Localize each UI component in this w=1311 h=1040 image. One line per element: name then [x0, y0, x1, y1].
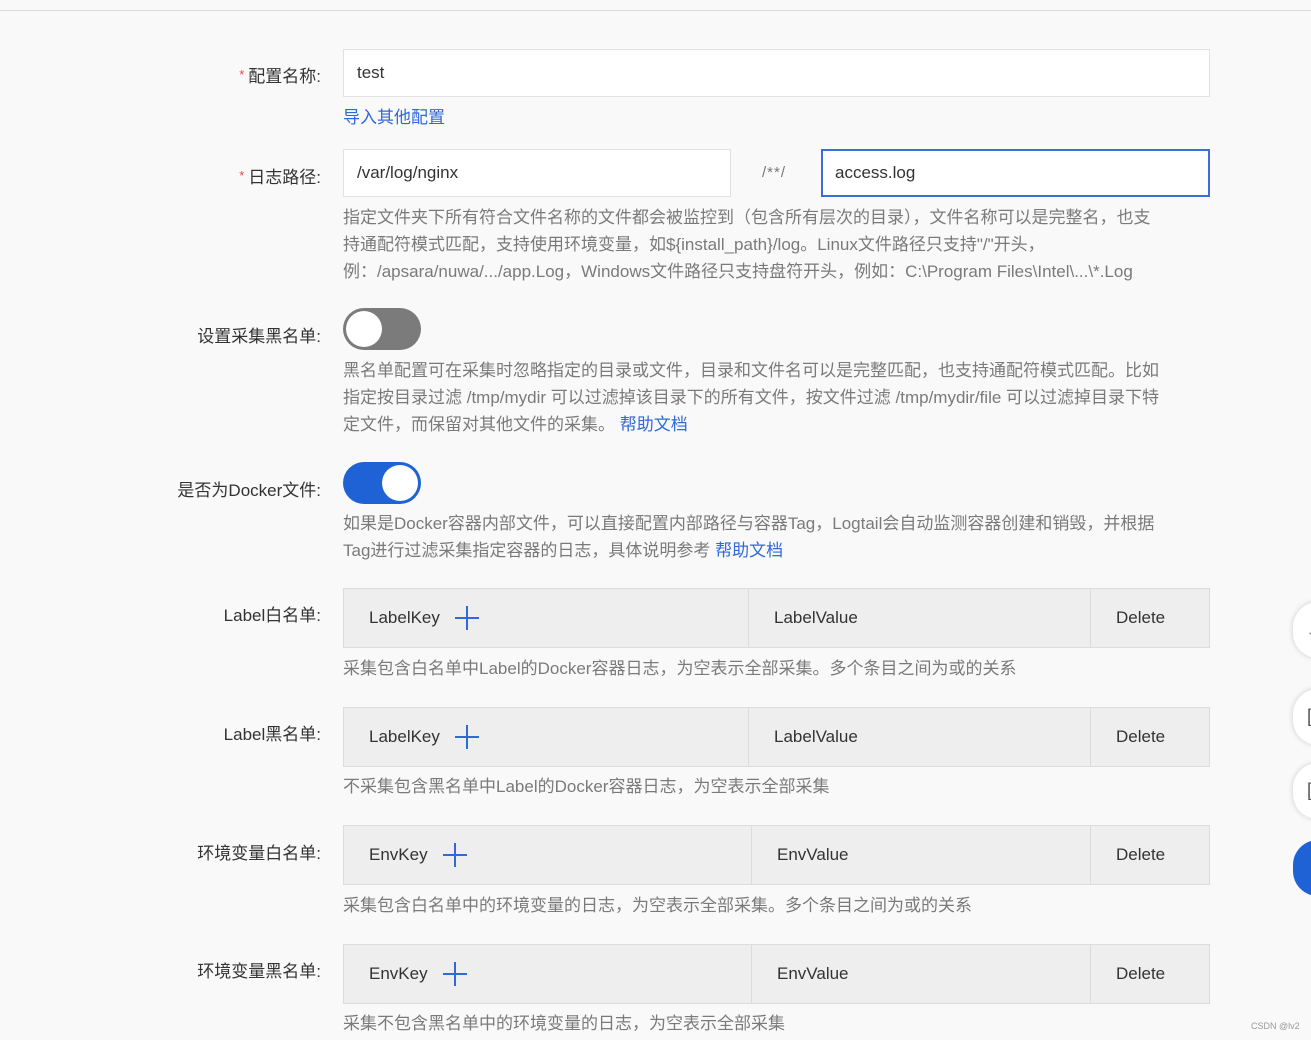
float-feedback-button[interactable]: [ — [1293, 763, 1311, 819]
blacklist-toggle[interactable] — [343, 308, 421, 350]
float-download-button[interactable]: ↓ — [1293, 602, 1311, 658]
label-value-header: LabelValue — [748, 708, 1090, 766]
env-blacklist-help: 采集不包含黑名单中的环境变量的日志，为空表示全部采集 — [343, 1014, 785, 1033]
env-blacklist-table: EnvKey EnvValue Delete — [343, 944, 1210, 1004]
log-file-input[interactable]: access.log — [821, 149, 1210, 197]
required-asterisk: * — [239, 67, 245, 82]
blacklist-help-link[interactable]: 帮助文档 — [620, 415, 688, 434]
float-doc-button[interactable]: [ — [1293, 689, 1311, 745]
add-env-icon[interactable] — [442, 962, 467, 986]
label-key-header: LabelKey — [344, 589, 748, 647]
env-blacklist-label: 环境变量黑名单: — [197, 962, 321, 981]
docker-help: 如果是Docker容器内部文件，可以直接配置内部路径与容器Tag，Logtail… — [343, 514, 1155, 560]
delete-header: Delete — [1090, 945, 1209, 1003]
toggle-knob — [382, 465, 418, 501]
delete-header: Delete — [1090, 826, 1209, 884]
label-key-header: LabelKey — [344, 708, 748, 766]
env-whitelist-help: 采集包含白名单中的环境变量的日志，为空表示全部采集。多个条目之间为或的关系 — [343, 896, 972, 915]
log-dir-input[interactable]: /var/log/nginx — [343, 149, 731, 197]
config-name-label: * 配置名称: — [239, 67, 321, 86]
label-blacklist-table: LabelKey LabelValue Delete — [343, 707, 1210, 767]
delete-header: Delete — [1090, 708, 1209, 766]
env-whitelist-label: 环境变量白名单: — [197, 844, 321, 863]
add-env-icon[interactable] — [442, 843, 467, 867]
label-blacklist-label: Label黑名单: — [223, 725, 321, 744]
blacklist-help: 黑名单配置可在采集时忽略指定的目录或文件，目录和文件名可以是完整匹配，也支持通配… — [343, 361, 1160, 434]
label-whitelist-table: LabelKey LabelValue Delete — [343, 588, 1210, 648]
log-path-help: 指定文件夹下所有符合文件名称的文件都会被监控到（包含所有层次的目录），文件名称可… — [343, 208, 1151, 281]
float-chat-button[interactable] — [1293, 840, 1311, 896]
watermark: CSDN @lv2 — [1251, 1021, 1300, 1031]
docker-help-link[interactable]: 帮助文档 — [715, 541, 783, 560]
required-asterisk: * — [239, 168, 245, 183]
add-label-icon[interactable] — [454, 725, 479, 749]
top-divider — [0, 10, 1311, 11]
env-whitelist-table: EnvKey EnvValue Delete — [343, 825, 1210, 885]
label-whitelist-label: Label白名单: — [223, 606, 321, 625]
config-name-input[interactable]: test — [343, 49, 1210, 97]
env-key-header: EnvKey — [344, 826, 751, 884]
path-separator: /**/ — [762, 164, 787, 181]
docker-label: 是否为Docker文件: — [177, 481, 321, 500]
delete-header: Delete — [1090, 589, 1209, 647]
env-key-header: EnvKey — [344, 945, 751, 1003]
import-config-link[interactable]: 导入其他配置 — [343, 103, 445, 128]
blacklist-label: 设置采集黑名单: — [197, 327, 321, 346]
label-value-header: LabelValue — [748, 589, 1090, 647]
label-blacklist-help: 不采集包含黑名单中Label的Docker容器日志，为空表示全部采集 — [343, 777, 830, 796]
log-path-label: * 日志路径: — [239, 168, 321, 187]
docker-toggle[interactable] — [343, 462, 421, 504]
label-whitelist-help: 采集包含白名单中Label的Docker容器日志，为空表示全部采集。多个条目之间… — [343, 659, 1017, 678]
toggle-knob — [346, 311, 382, 347]
env-value-header: EnvValue — [751, 945, 1090, 1003]
add-label-icon[interactable] — [454, 606, 479, 630]
env-value-header: EnvValue — [751, 826, 1090, 884]
